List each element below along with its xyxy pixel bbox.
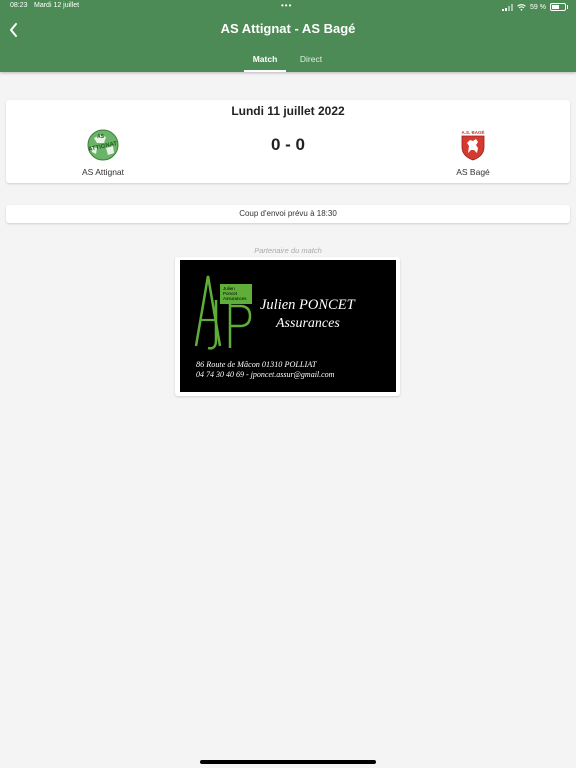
partner-card[interactable]: Julien Poncet Assurances Julien PONCET A… bbox=[175, 257, 400, 396]
tab-match[interactable]: Match bbox=[244, 54, 286, 64]
wifi-icon bbox=[517, 3, 526, 11]
active-tab-indicator bbox=[244, 70, 286, 72]
away-team-name: AS Bagé bbox=[456, 167, 490, 177]
ad-name-line2: Assurances bbox=[275, 316, 340, 331]
match-date: Lundi 11 juillet 2022 bbox=[231, 104, 345, 118]
status-indicators: 59 % bbox=[502, 1, 568, 13]
home-indicator[interactable] bbox=[200, 760, 376, 764]
match-summary-card: Lundi 11 juillet 2022 ATTIGNAT AS 0 - 0 … bbox=[6, 100, 570, 183]
ad-contact: 04 74 30 40 69 - jponcet.assur@gmail.com bbox=[196, 370, 335, 379]
tab-direct[interactable]: Direct bbox=[294, 54, 328, 64]
ad-name-line1: Julien PONCET bbox=[260, 297, 356, 313]
battery-icon bbox=[550, 3, 568, 11]
home-team-name: AS Attignat bbox=[81, 167, 125, 177]
status-date: Mardi 12 juillet bbox=[34, 2, 80, 9]
app-header: 08:23 Mardi 12 juillet ••• 59 % AS Attig… bbox=[0, 0, 576, 72]
cellular-signal-icon bbox=[502, 3, 514, 11]
battery-percentage: 59 % bbox=[530, 3, 546, 11]
kickoff-info-card: Coup d'envoi prévu à 18:30 bbox=[6, 205, 570, 223]
svg-text:A.S. BAGÉ: A.S. BAGÉ bbox=[461, 128, 484, 135]
away-team-logo: A.S. BAGÉ bbox=[461, 128, 485, 161]
ad-tag-line3: Assurances bbox=[223, 296, 247, 301]
multitasking-dots-icon[interactable]: ••• bbox=[281, 1, 292, 10]
status-time: 08:23 bbox=[10, 2, 28, 9]
ad-address: 86 Route de Mâcon 01310 POLLIAT bbox=[196, 360, 318, 369]
partner-label: Partenaire du match bbox=[254, 246, 322, 255]
kickoff-time-text: Coup d'envoi prévu à 18:30 bbox=[239, 209, 337, 218]
partner-advertisement[interactable]: Julien Poncet Assurances Julien PONCET A… bbox=[180, 260, 396, 392]
page-title: AS Attignat - AS Bagé bbox=[220, 21, 356, 36]
